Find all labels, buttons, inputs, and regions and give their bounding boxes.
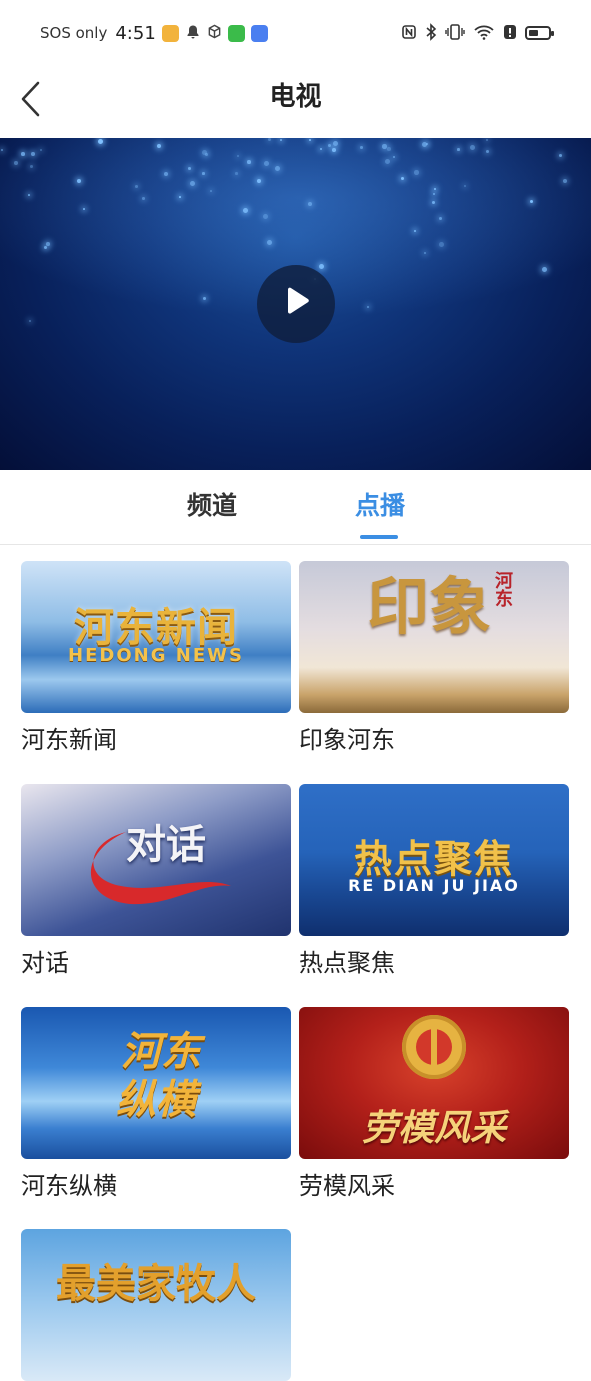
tab-bar: 频道 点播 [0, 470, 591, 545]
light-particle [332, 148, 336, 152]
light-particle [426, 143, 428, 145]
program-card-hot-focus[interactable]: 热点聚焦 RE DIAN JU JIAO 热点聚焦 [299, 784, 569, 980]
program-card-hedong-panorama[interactable]: 河东 纵横 河东纵横 [21, 1007, 291, 1203]
light-particle [98, 139, 103, 144]
thumbnail-subtitle: 河东 [492, 571, 513, 607]
light-particle [28, 194, 30, 196]
status-bar: SOS only 4:51 [0, 0, 591, 64]
wechat-app-icon [227, 24, 245, 42]
alert-icon [503, 24, 517, 43]
thumbnail-title: 最美家牧人 [56, 1261, 256, 1307]
program-title: 河东纵横 [21, 1172, 117, 1200]
program-thumbnail: 河东 纵横 [21, 1007, 291, 1159]
light-particle [434, 188, 436, 190]
light-particle [464, 185, 466, 187]
thumbnail-title: 热点聚焦 [353, 837, 514, 881]
nfc-icon [401, 24, 417, 43]
thumbnail-title: 对话 [126, 822, 206, 868]
light-particle [83, 208, 85, 210]
thumbnail-subtitle: 纵横 [116, 1077, 196, 1123]
play-button[interactable] [257, 265, 335, 343]
light-particle [257, 179, 261, 183]
program-title: 热点聚焦 [299, 949, 395, 977]
light-particle [14, 161, 18, 165]
light-particle [235, 172, 238, 175]
back-button[interactable] [8, 72, 52, 130]
light-particle [31, 152, 35, 156]
light-particle [237, 155, 239, 157]
light-particle [179, 196, 181, 198]
light-particle [40, 149, 42, 151]
mail-app-icon [161, 24, 179, 42]
bluetooth-icon [425, 22, 437, 44]
light-particle [264, 161, 269, 166]
light-particle [360, 146, 363, 149]
light-particle [275, 166, 281, 172]
light-particle [280, 139, 282, 141]
battery-level [529, 30, 538, 36]
vibrate-icon [445, 23, 465, 43]
cube-icon [207, 24, 222, 42]
program-thumbnail: 热点聚焦 RE DIAN JU JIAO [299, 784, 569, 936]
light-particle [382, 144, 387, 149]
carrier-status: SOS only [40, 24, 108, 42]
program-card-partial[interactable]: 最美家牧人 [21, 1229, 291, 1381]
light-particle [247, 160, 251, 164]
clock: 4:51 [115, 22, 156, 44]
light-particle [46, 242, 50, 246]
bell-icon [185, 24, 201, 43]
battery-icon [525, 26, 554, 40]
thumbnail-subtitle: HEDONG NEWS [68, 645, 244, 666]
program-title: 河东新闻 [21, 726, 117, 754]
status-right [401, 20, 554, 46]
blue-app-icon [250, 24, 268, 42]
program-title: 对话 [21, 949, 69, 977]
light-particle [21, 152, 25, 156]
light-particle [29, 320, 32, 323]
thumbnail-subtitle: RE DIAN JU JIAO [348, 876, 520, 895]
program-thumbnail: 河东新闻 HEDONG NEWS [21, 561, 291, 713]
light-particle [439, 242, 444, 247]
tab-channel[interactable]: 频道 [152, 470, 272, 544]
video-player[interactable] [0, 138, 591, 470]
program-thumbnail: 最美家牧人 [21, 1229, 291, 1381]
light-particle [387, 147, 391, 151]
light-particle [414, 170, 419, 175]
light-particle [142, 197, 145, 200]
program-thumbnail: 劳模风采 [299, 1007, 569, 1159]
program-thumbnail: 对话 [21, 784, 291, 936]
chevron-left-icon [18, 80, 42, 122]
thumbnail-title: 劳模风采 [361, 1107, 506, 1149]
light-particle [188, 167, 191, 170]
play-icon [281, 286, 311, 322]
wifi-icon [473, 24, 495, 43]
program-title: 印象河东 [299, 726, 395, 754]
light-particle [457, 148, 460, 151]
emblem-icon [402, 1015, 466, 1079]
light-particle [203, 297, 206, 300]
light-particle [202, 172, 205, 175]
light-particle [210, 190, 212, 192]
program-card-hedong-news[interactable]: 河东新闻 HEDONG NEWS 河东新闻 [21, 561, 291, 757]
active-tab-indicator [360, 535, 398, 539]
title-bar: 电视 [0, 64, 591, 138]
program-card-model-workers[interactable]: 劳模风采 劳模风采 [299, 1007, 569, 1203]
status-left: SOS only 4:51 [40, 20, 268, 46]
program-thumbnail: 印象 河东 [299, 561, 569, 713]
tab-vod[interactable]: 点播 [320, 470, 440, 544]
program-card-dialogue[interactable]: 对话 对话 [21, 784, 291, 980]
page-title: 电视 [269, 82, 322, 112]
light-particle [243, 208, 249, 214]
light-particle [135, 185, 138, 188]
program-card-impression-hedong[interactable]: 印象 河东 印象河东 [299, 561, 569, 757]
program-title: 劳模风采 [299, 1172, 395, 1200]
